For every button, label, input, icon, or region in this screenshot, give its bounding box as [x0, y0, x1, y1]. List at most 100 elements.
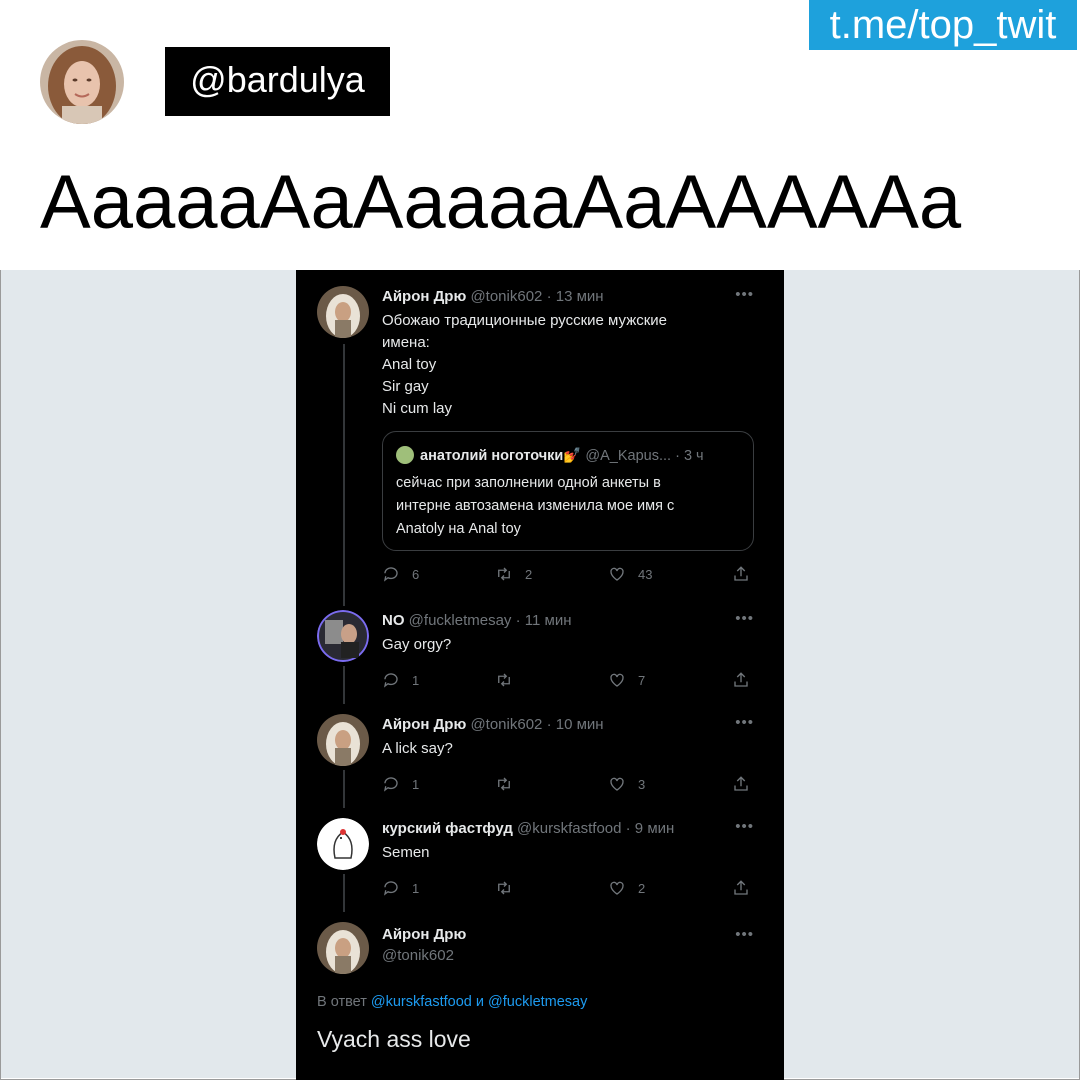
tweet-text: Обожаю традиционные русские мужские имен…: [382, 310, 667, 420]
text-line: Semen: [382, 844, 430, 861]
more-icon[interactable]: •••: [735, 286, 754, 303]
reply-prefix: В ответ: [317, 994, 371, 1010]
tweet-header: Айрон Дрю @tonik602: [382, 926, 466, 964]
retweet-icon: [498, 673, 510, 687]
reply-user-link[interactable]: @fuckletmesay: [488, 994, 587, 1010]
thread-line: [343, 344, 345, 606]
thread-line: [343, 874, 345, 912]
retweet-icon: [498, 881, 510, 895]
author-name[interactable]: Айрон Дрю: [382, 926, 466, 943]
heart-icon: [610, 777, 624, 791]
watermark-link[interactable]: t.me/top_twit: [809, 0, 1077, 50]
like-button[interactable]: 3: [608, 774, 645, 794]
tweet-text: Gay orgy?: [382, 634, 451, 656]
heart-icon: [610, 567, 624, 581]
reply-conjunction: и: [471, 994, 489, 1010]
reply-button[interactable]: 1: [382, 670, 419, 690]
more-icon[interactable]: •••: [735, 818, 754, 835]
quoted-tweet[interactable]: анатолий ноготочки💅 @A_Kapus... · 3 ч се…: [382, 431, 754, 551]
share-icon: [734, 566, 748, 581]
author-name[interactable]: NO: [382, 612, 405, 629]
quote-author-name: анатолий ноготочки💅: [420, 448, 582, 464]
retweet-icon: [498, 777, 510, 791]
tweet-text: A lick say?: [382, 738, 453, 760]
reply-button[interactable]: 1: [382, 878, 419, 898]
retweet-button[interactable]: [495, 878, 525, 898]
like-button[interactable]: 43: [608, 564, 652, 584]
reply-count: 1: [412, 776, 420, 792]
retweet-button[interactable]: 2: [495, 564, 532, 584]
more-icon[interactable]: •••: [735, 926, 754, 943]
quote-avatar: [396, 446, 414, 464]
text-line: Ni cum lay: [382, 400, 453, 417]
tweet-actions: 1 3: [382, 774, 762, 794]
timestamp[interactable]: · 9 мин: [626, 820, 675, 837]
reply-button[interactable]: 1: [382, 774, 419, 794]
like-count: 7: [638, 672, 646, 688]
share-button[interactable]: [732, 878, 762, 898]
reply-context: В ответ @kurskfastfood и @fuckletmesay: [317, 994, 587, 1010]
author-name[interactable]: Айрон Дрю: [382, 288, 466, 305]
reply-button[interactable]: 6: [382, 564, 419, 584]
like-count: 2: [638, 880, 646, 896]
retweet-button[interactable]: [495, 670, 525, 690]
author-avatar[interactable]: [317, 922, 369, 974]
author-handle[interactable]: @fuckletmesay: [409, 612, 512, 629]
focused-tweet-text: Vyach ass love: [317, 1026, 471, 1052]
author-handle[interactable]: @kurskfastfood: [517, 820, 621, 837]
quote-timestamp: · 3 ч: [675, 448, 704, 464]
tweet-actions: 1 7: [382, 670, 762, 690]
retweet-button[interactable]: [495, 774, 525, 794]
author-handle[interactable]: @tonik602: [382, 947, 466, 964]
text-line: A lick say?: [382, 740, 453, 757]
more-icon[interactable]: •••: [735, 714, 754, 731]
share-button[interactable]: [732, 670, 762, 690]
reply-count: 1: [412, 672, 420, 688]
reply-icon: [383, 881, 398, 896]
share-button[interactable]: [732, 564, 762, 584]
tweet-header: NO @fuckletmesay · 11 мин: [382, 612, 572, 629]
tweet-thread-screenshot: Айрон Дрю @tonik602 · 13 мин ••• Обожаю …: [296, 270, 784, 1080]
author-avatar[interactable]: [317, 286, 369, 338]
text-line: Обожаю традиционные русские мужские: [382, 312, 668, 329]
author-name[interactable]: Айрон Дрю: [382, 716, 466, 733]
author-name[interactable]: курский фастфуд: [382, 820, 513, 837]
thread-line: [343, 770, 345, 808]
reply-icon: [383, 567, 398, 582]
text-line: Anatoly на Anal toy: [396, 521, 521, 537]
like-button[interactable]: 7: [608, 670, 645, 690]
share-icon: [734, 776, 748, 791]
author-avatar[interactable]: [317, 818, 369, 870]
quote-author-handle: @A_Kapus...: [585, 448, 672, 464]
timestamp[interactable]: · 13 мин: [547, 288, 604, 305]
more-icon[interactable]: •••: [735, 610, 754, 627]
heart-icon: [610, 881, 624, 895]
reply-count: 1: [412, 880, 420, 896]
like-button[interactable]: 2: [608, 878, 645, 898]
author-avatar[interactable]: [317, 714, 369, 766]
retweet-count: 2: [525, 566, 533, 582]
text-line: имена:: [382, 334, 430, 351]
like-count: 43: [638, 566, 653, 582]
timestamp[interactable]: · 11 мин: [516, 612, 572, 629]
post-text: AaaaaAaAaaaaAaAAAAAa: [40, 160, 962, 245]
text-line: Anal toy: [382, 356, 437, 373]
reply-count: 6: [412, 566, 420, 582]
retweet-icon: [498, 567, 510, 581]
timestamp[interactable]: · 10 мин: [547, 716, 604, 733]
poster-avatar[interactable]: [40, 40, 124, 124]
poster-handle[interactable]: @bardulya: [165, 47, 390, 116]
tweet-header: Айрон Дрю @tonik602 · 13 мин: [382, 288, 604, 305]
heart-icon: [610, 673, 624, 687]
share-button[interactable]: [732, 774, 762, 794]
share-icon: [734, 880, 748, 895]
tweet-text: Semen: [382, 842, 430, 864]
author-handle[interactable]: @tonik602: [470, 288, 542, 305]
thread-line: [343, 666, 345, 704]
author-avatar[interactable]: [317, 610, 369, 662]
text-line: Sir gay: [382, 378, 429, 395]
reply-user-link[interactable]: @kurskfastfood: [371, 994, 472, 1010]
author-handle[interactable]: @tonik602: [470, 716, 542, 733]
text-line: Gay orgy?: [382, 636, 452, 653]
tweet-header: курский фастфуд @kurskfastfood · 9 мин: [382, 820, 674, 837]
